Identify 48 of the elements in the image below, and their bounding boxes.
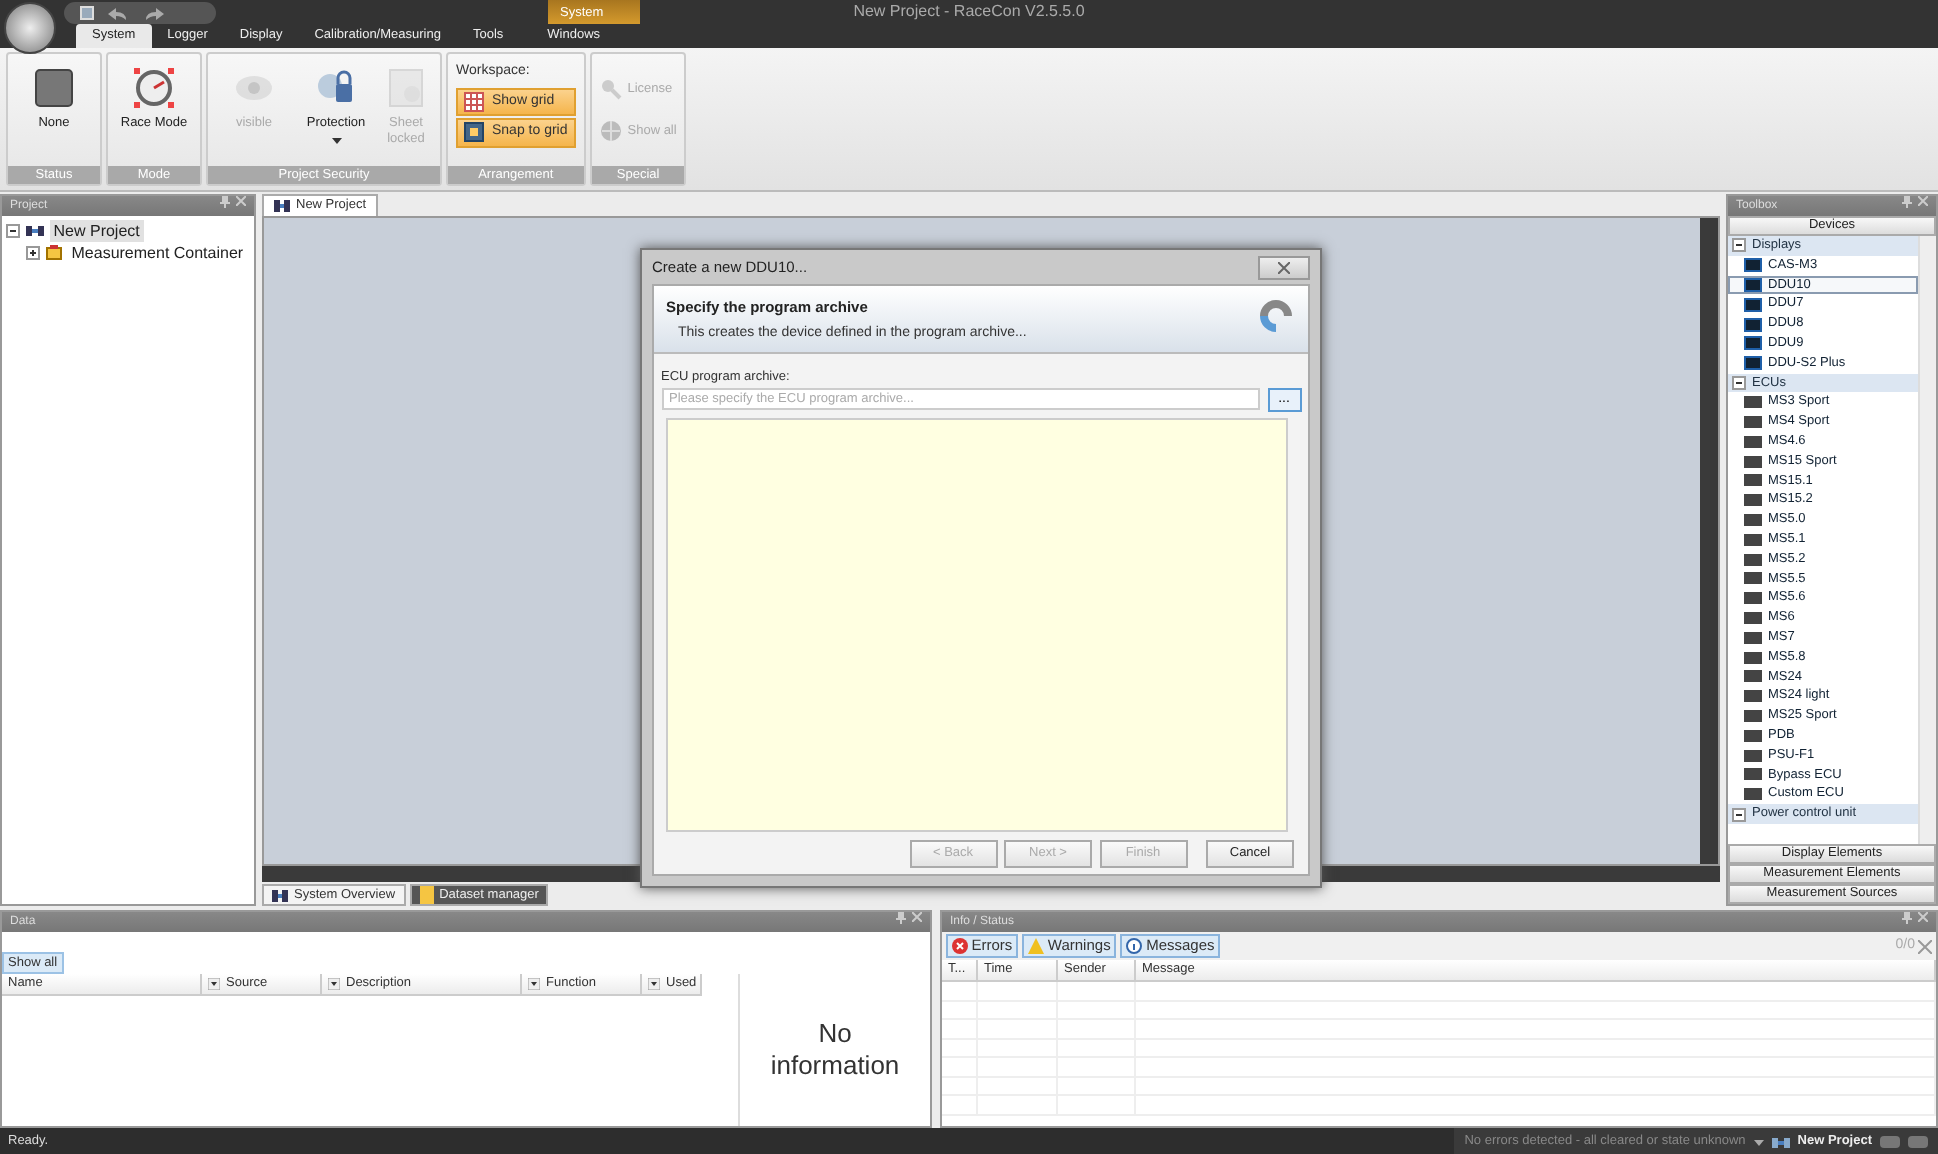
collapse-icon[interactable] (5, 223, 20, 238)
network-icon (25, 223, 44, 238)
pin-icon[interactable] (219, 196, 229, 208)
tree-item[interactable]: Measurement Container (67, 241, 248, 264)
close-icon[interactable] (236, 196, 246, 206)
collapse-icon[interactable] (1732, 807, 1746, 821)
close-icon[interactable] (1918, 939, 1933, 953)
caret-icon[interactable] (1753, 1139, 1764, 1145)
gauge-icon (132, 66, 176, 110)
close-icon[interactable] (1918, 196, 1928, 206)
filter-icon[interactable] (208, 978, 220, 990)
undo-icon[interactable] (106, 6, 130, 20)
warning-icon (1027, 938, 1044, 954)
tree-item[interactable]: New Project (49, 219, 144, 242)
network-icon (1771, 1135, 1790, 1149)
collapse-icon[interactable] (1732, 238, 1746, 253)
app-logo[interactable] (4, 2, 56, 54)
network-icon (274, 200, 290, 212)
close-button[interactable] (1258, 255, 1310, 279)
redo-icon[interactable] (142, 6, 166, 20)
collapse-icon[interactable] (1732, 375, 1746, 390)
save-icon[interactable] (80, 6, 94, 20)
info-icon (1126, 938, 1143, 954)
pin-icon[interactable] (895, 912, 905, 924)
empty-message: No information (768, 1017, 902, 1083)
globe-icon (599, 120, 622, 142)
filter-icon[interactable] (648, 978, 660, 990)
pin-icon[interactable] (1901, 912, 1911, 924)
filter-icon[interactable] (528, 978, 540, 990)
network-icon (272, 889, 288, 901)
window-title: New Project - RaceCon V2.5.5.0 (853, 0, 1085, 24)
grid-icon (464, 91, 484, 112)
vertical-scrollbar[interactable] (1700, 218, 1718, 864)
container-icon (45, 244, 62, 261)
snap-icon (464, 122, 484, 143)
filter-icon[interactable] (328, 978, 340, 990)
sheet-icon (384, 66, 428, 110)
pin-icon[interactable] (1901, 196, 1911, 208)
key-icon (599, 78, 622, 100)
close-icon[interactable] (912, 912, 922, 922)
folder-icon (419, 886, 434, 904)
expand-icon[interactable] (25, 245, 40, 260)
square-icon (32, 66, 76, 110)
error-icon (951, 938, 968, 954)
progress-ring-icon (1256, 296, 1296, 336)
close-icon (1278, 261, 1290, 273)
vertical-scrollbar[interactable] (1918, 236, 1936, 844)
close-icon[interactable] (1918, 912, 1928, 922)
